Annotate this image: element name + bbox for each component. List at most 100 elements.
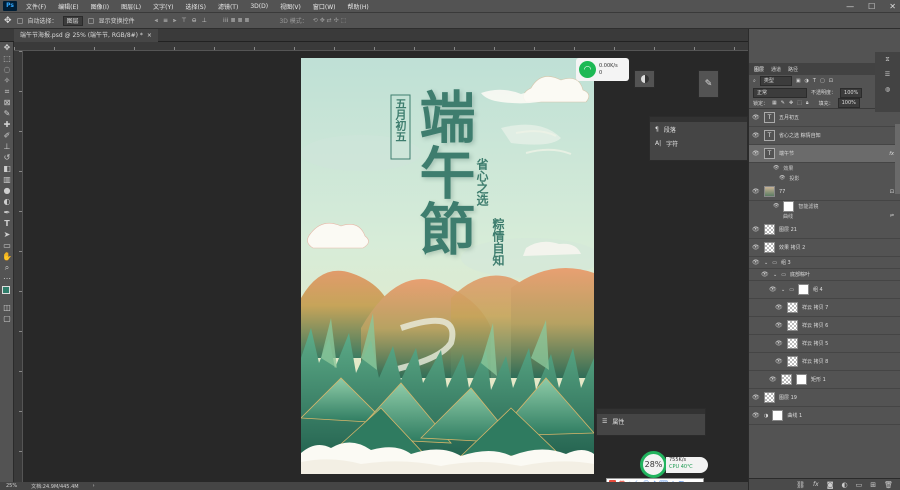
filter-pixel-icon[interactable]: ▣ (796, 78, 801, 84)
visibility-eye-icon[interactable]: 👁︎ (775, 322, 783, 329)
character-panel-button[interactable]: A| 字符 (650, 136, 747, 150)
filter-text-icon[interactable]: T (813, 78, 816, 84)
visibility-eye-icon[interactable]: 👁︎ (775, 358, 783, 365)
menu-help[interactable]: 帮助(H) (342, 2, 375, 11)
visibility-eye-icon[interactable]: 👁︎ (752, 132, 760, 139)
gradient-tool-icon[interactable]: ▥ (0, 174, 14, 185)
document-tab-close-icon[interactable]: × (147, 29, 152, 42)
link-layers-icon[interactable]: ⛓︎ (796, 481, 805, 489)
properties-panel-icon[interactable]: ☰ (875, 67, 900, 82)
pen-tool-icon[interactable]: ✒ (0, 207, 14, 218)
layers-scrollbar[interactable] (895, 124, 900, 194)
layer-effect-row[interactable]: 👁︎ 效果 (749, 163, 900, 173)
zoom-tool-icon[interactable]: ⌕ (0, 262, 14, 273)
move-tool-icon[interactable]: ✥ (4, 16, 12, 26)
menu-layer[interactable]: 图层(L) (115, 2, 147, 11)
visibility-eye-icon[interactable]: 👁︎ (761, 271, 769, 278)
paragraph-panel-button[interactable]: ¶ 段落 (650, 122, 747, 136)
more-tools-icon[interactable]: ⋯ (0, 273, 14, 284)
hand-tool-icon[interactable]: ✋ (0, 251, 14, 262)
visibility-eye-icon[interactable]: 👁︎ (752, 259, 760, 266)
document-tab[interactable]: 端午节海报.psd @ 25% (端午节, RGB/8#) * × (14, 29, 158, 42)
visibility-eye-icon[interactable]: 👁︎ (752, 114, 760, 121)
layer-row[interactable]: 👁︎ 祥云 拷贝 7 (749, 299, 900, 317)
new-adjustment-icon[interactable]: ◐ (842, 481, 848, 489)
cpu-monitor-widget[interactable]: 28% 755K/s CPU 40℃ (640, 451, 708, 478)
menu-type[interactable]: 文字(Y) (147, 2, 179, 11)
fill-input[interactable]: 100% (837, 98, 860, 108)
menu-image[interactable]: 图像(I) (85, 2, 115, 11)
eyedropper-tool-icon[interactable]: ✎ (0, 108, 14, 119)
smart-filter-row[interactable]: 👁︎ 智能滤镜 (749, 200, 900, 212)
visibility-eye-icon[interactable]: 👁︎ (769, 286, 777, 293)
close-button[interactable]: ✕ (889, 2, 896, 11)
group-row[interactable]: 👁︎ ⌄ ▭ 组 3 (749, 257, 900, 269)
layer-row[interactable]: 👁︎ 祥云 拷贝 6 (749, 317, 900, 335)
align-left-icon[interactable]: ⫷ (155, 17, 158, 25)
crop-tool-icon[interactable]: ⌗ (0, 86, 14, 97)
horizontal-ruler[interactable] (14, 42, 748, 51)
tab-layers[interactable]: 图层 (754, 66, 764, 73)
marquee-tool-icon[interactable]: ⬚ (0, 53, 14, 64)
tab-channels[interactable]: 通道 (771, 66, 781, 73)
magic-wand-tool-icon[interactable]: ✧ (0, 75, 14, 86)
visibility-eye-icon[interactable]: 👁︎ (752, 188, 760, 195)
layer-row[interactable]: 👁︎ T 省心之选 粽情自知 (749, 127, 900, 145)
auto-select-dropdown[interactable]: 图层 (62, 15, 83, 26)
lock-artboard-icon[interactable]: ⬚ (797, 100, 802, 106)
align-bottom-icon[interactable]: ⊥ (202, 17, 207, 24)
poster-slogan-line1[interactable]: 省心之选 (475, 158, 490, 206)
visibility-eye-icon[interactable]: 👁︎ (752, 394, 760, 401)
lock-paint-icon[interactable]: ✎ (781, 100, 785, 106)
layer-row[interactable]: 👁︎ ◑ 曲线 1 (749, 407, 900, 425)
maximize-button[interactable]: ☐ (868, 2, 875, 11)
align-center-icon[interactable]: ≡ (163, 17, 168, 24)
poster-slogan-line2[interactable]: 粽情自知 (491, 218, 506, 266)
opacity-input[interactable]: 100% (840, 87, 863, 98)
layer-row[interactable]: 👁︎ 效果 拷贝 2 (749, 239, 900, 257)
layer-fx-badge[interactable]: fx (889, 151, 894, 157)
minimize-button[interactable]: — (846, 2, 854, 11)
distribute-icon[interactable]: ⁞⁞⁞ ≣ ≣ ≣ (223, 17, 250, 24)
brush-mini-panel[interactable]: ✎ (698, 70, 719, 98)
filter-adjust-icon[interactable]: ◑ (805, 78, 809, 84)
dodge-tool-icon[interactable]: ◐ (0, 196, 14, 207)
new-layer-icon[interactable]: ⊞ (870, 481, 876, 489)
menu-filter[interactable]: 滤镜(T) (212, 2, 244, 11)
layer-row[interactable]: 👁︎ 矩形 1 (749, 371, 900, 389)
3d-tools-icon[interactable]: ⟲ ✥ ⇄ ✣ ⬚ (313, 17, 346, 24)
filter-shape-icon[interactable]: ▢ (820, 78, 825, 84)
layer-row[interactable]: 👁︎ 77 ⊡ (749, 183, 900, 201)
foreground-color-swatch[interactable] (2, 286, 10, 294)
screen-mode-icon[interactable]: ▢ (0, 313, 14, 324)
lasso-tool-icon[interactable]: ◌ (0, 64, 14, 75)
menu-view[interactable]: 视图(V) (274, 2, 307, 11)
show-transform-checkbox[interactable] (87, 17, 94, 24)
tab-paths[interactable]: 路径 (788, 66, 798, 73)
vertical-ruler[interactable] (14, 51, 23, 482)
visibility-eye-icon[interactable]: 👁︎ (773, 203, 779, 209)
filter-smart-icon[interactable]: ⊡ (829, 78, 833, 84)
history-panel-icon[interactable]: ⧖ (875, 52, 900, 67)
visibility-eye-icon[interactable]: 👁︎ (773, 165, 779, 171)
align-top-icon[interactable]: ⊤ (181, 17, 186, 24)
layer-effect-row[interactable]: 👁︎ 投影 (749, 173, 900, 183)
menu-select[interactable]: 选择(S) (179, 2, 212, 11)
visibility-eye-icon[interactable]: 👁︎ (752, 244, 760, 251)
visibility-eye-icon[interactable]: 👁︎ (779, 175, 785, 181)
filter-kind-dropdown[interactable]: 类型 (759, 76, 792, 86)
chevron-down-icon[interactable]: ⌄ (764, 260, 768, 266)
add-style-icon[interactable]: fx (813, 481, 819, 488)
visibility-eye-icon[interactable]: 👁︎ (775, 340, 783, 347)
layer-row[interactable]: 👁︎ 图层 21 (749, 221, 900, 239)
poster-date-text[interactable]: 五月初五 (394, 98, 407, 142)
layer-row[interactable]: 👁︎ 祥云 拷贝 5 (749, 335, 900, 353)
chevron-down-icon[interactable]: ⌄ (773, 272, 777, 278)
visibility-eye-icon[interactable]: 👁︎ (752, 226, 760, 233)
color-swatches[interactable] (0, 284, 13, 302)
properties-panel-button[interactable]: ☰ 属性 (597, 414, 705, 428)
status-menu-arrow-icon[interactable]: › (93, 483, 95, 489)
blur-tool-icon[interactable]: ● (0, 185, 14, 196)
align-right-icon[interactable]: ⫸ (173, 17, 176, 25)
chevron-down-icon[interactable]: ⌄ (781, 287, 785, 293)
